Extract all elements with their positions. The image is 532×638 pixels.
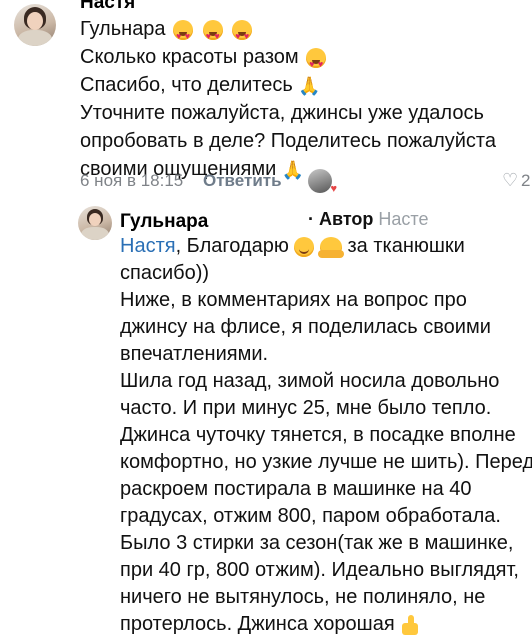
mention-link[interactable]: Настя [120,235,176,257]
author-badge: · Автор Насте [308,209,429,229]
heart-icon: ♥ [330,183,337,195]
reply-text-line: джинсу на флисе, я поделилась своими [120,316,491,338]
comment-text-line: Сколько красоты разом [80,43,328,78]
smile-emoji [294,236,315,257]
reply-text-line: градусах, отжим 800, паром обработала. [120,505,501,527]
comment-text-line: Спасибо, что делитесь 🙏 [80,71,321,100]
avatar[interactable] [14,4,56,46]
reply-text-line: раскроем постирала в машинке на 40 [120,478,472,500]
hug-emoji [317,236,344,258]
heart-eyes-emoji [202,19,223,50]
folded-hands-emoji: 🙏 [298,75,321,96]
reply-text-line: Было 3 стирки за сезон(так же в машинке, [120,532,514,554]
reply-text-line: комфортно, но узкие лучше не шить). Пере… [120,451,532,473]
like-heart-icon[interactable]: ♡ [502,170,518,191]
reply-text-line: Шила год назад, зимой носила довольно [120,370,500,392]
reply-to-link[interactable]: Насте [378,209,428,229]
heart-eyes-emoji [306,47,327,78]
reply-text-line: часто. И при минус 25, мне было тепло. [120,397,492,419]
reply-button[interactable]: Ответить [203,171,282,191]
like-count: 2 [521,171,531,190]
thumbs-up-emoji [400,614,422,635]
folded-hands-emoji: 🙏 [281,159,305,180]
reply-author[interactable]: Гульнара [120,211,208,233]
comment-date[interactable]: 6 ноя в 18:15 [80,171,183,191]
comment-text-line: Уточните пожалуйста, джинсы уже удалось [80,102,484,124]
reply-text-line: протерлось. Джинса хорошая [120,610,422,638]
reaction-avatar[interactable]: ♥ [308,169,337,195]
reply-text-line: Ниже, в комментариях на вопрос про [120,289,467,311]
reply-text-line: Настя, Благодарю за тканюшки [120,235,465,258]
comment-text-line: опробовать в деле? Поделитесь пожалуйста [80,130,496,152]
reply-text-line: впечатлениями. [120,343,269,365]
heart-eyes-emoji [173,19,194,50]
recipient-name[interactable]: Гульнара [80,18,166,40]
comment-recipient-line: Гульнара [80,15,254,50]
reply-text-line: ничего не вытянулось, не полиняло, не [120,586,486,608]
reply-text-line: Джинса чуточку тянется, в посадке вполне [120,424,516,446]
reply-text-line: спасибо)) [120,262,210,284]
comment-author-partial[interactable]: Настя [80,0,135,14]
avatar[interactable] [78,206,112,240]
reply-text-line: при 40 гр, 800 отжим). Идеально выглядят… [120,559,519,581]
heart-eyes-emoji [232,19,253,50]
